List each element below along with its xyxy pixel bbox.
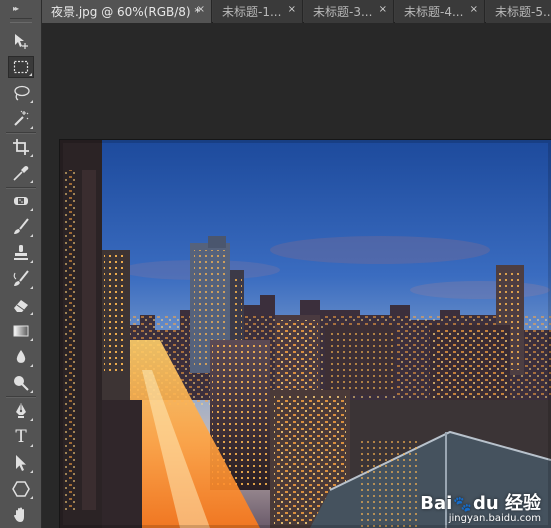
tab-label: 夜景.jpg @ 60%(RGB/8) * [51,5,201,19]
blur-icon [16,350,26,363]
tools-panel: ▸▸ T [0,0,42,528]
history-brush-icon [13,270,29,286]
document-workspace[interactable]: Bai🐾du 经验 jingyan.baidu.com [42,23,551,528]
baidu-jingyan-watermark: Bai🐾du 经验 jingyan.baidu.com [420,489,541,524]
dodge-tool[interactable] [8,372,34,394]
dodge-icon [14,376,29,391]
pen-tool[interactable] [8,400,34,422]
lasso-tool[interactable] [8,82,34,104]
bandage-icon [14,197,28,205]
move-icon [15,34,28,49]
tab-label: 未标题-3... [313,5,373,19]
tab-night-scene-jpg[interactable]: 夜景.jpg @ 60%(RGB/8) * × [42,0,212,23]
crop-icon [13,139,29,155]
watermark-brand: Bai🐾du 经验 [420,493,541,514]
spot-healing-tool[interactable] [8,190,34,212]
tab-label: 未标题-1... [222,5,282,19]
gradient-icon [13,325,29,337]
move-tool[interactable] [8,30,34,52]
pen-icon [16,403,26,418]
blur-tool[interactable] [8,346,34,368]
history-brush-tool[interactable] [8,268,34,290]
brush-tool[interactable] [8,216,34,238]
type-icon: T [15,426,27,447]
type-tool[interactable]: T [8,426,34,448]
magic-wand-tool[interactable] [8,108,34,130]
close-icon[interactable]: × [197,4,205,15]
panel-grip[interactable] [10,18,32,23]
document-tab-bar: 夜景.jpg @ 60%(RGB/8) * × 未标题-1... × 未标题-3… [42,0,551,23]
marquee-icon [13,60,29,74]
eyedropper-icon [13,166,29,181]
eyedropper-tool[interactable] [8,162,34,184]
watermark-url: jingyan.baidu.com [448,513,541,524]
eraser-icon [14,300,28,312]
gradient-tool[interactable] [8,320,34,342]
paw-icon: 🐾 [453,495,473,513]
tab-untitled-1[interactable]: 未标题-1... × [213,0,303,23]
crop-tool[interactable] [8,136,34,158]
tab-label: 未标题-4... [404,5,464,19]
lasso-icon [14,85,30,101]
collapse-panel-icon[interactable]: ▸▸ [13,4,19,13]
path-selection-tool[interactable] [8,452,34,474]
image-canvas[interactable]: Bai🐾du 经验 jingyan.baidu.com [60,140,551,528]
arrow-icon [16,455,26,471]
clone-stamp-tool[interactable] [8,242,34,264]
tab-untitled-3[interactable]: 未标题-3... × [304,0,394,23]
hand-icon [14,507,24,522]
hand-tool[interactable] [8,504,34,526]
polygon-icon [12,481,30,497]
brush-icon [14,218,29,234]
tab-label: 未标题-5... [495,5,551,19]
tab-untitled-4[interactable]: 未标题-4... × [395,0,485,23]
tab-untitled-5[interactable]: 未标题-5... [486,0,551,23]
rectangular-marquee-tool[interactable] [8,56,34,78]
shape-tool[interactable] [8,478,34,500]
night-city-photo [60,140,551,528]
close-icon[interactable]: × [379,4,387,15]
close-icon[interactable]: × [470,4,478,15]
stamp-icon [14,245,28,260]
close-icon[interactable]: × [288,4,296,15]
magic-wand-icon [14,110,29,126]
eraser-tool[interactable] [8,294,34,316]
